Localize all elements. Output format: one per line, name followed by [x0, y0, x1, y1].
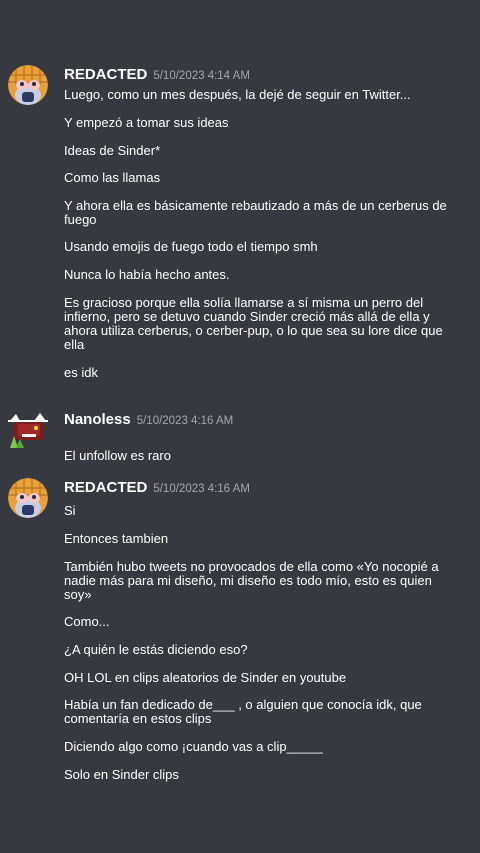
message-line: OH LOL en clips aleatorios de Sinder en …: [64, 670, 347, 685]
timestamp: 5/10/2023 4:16 AM: [136, 415, 234, 427]
pixel-dragon-avatar-icon: [8, 413, 48, 448]
username[interactable]: Nanoless: [64, 411, 131, 428]
message-line: El unfollow es raro: [64, 448, 171, 463]
waffle-character-avatar-icon: [8, 65, 48, 105]
message-line: Usando emojis de fuego todo el tiempo sm…: [64, 239, 318, 254]
message-line: Diciendo algo como ¡cuando vas a clip___…: [64, 739, 323, 754]
message-line: Había un fan dedicado de___ , o alguien …: [64, 697, 422, 726]
username[interactable]: REDACTED: [64, 479, 147, 496]
message-line: Y empezó a tomar sus ideas: [64, 115, 229, 130]
message-line: Solo en Sinder clips: [64, 767, 179, 782]
message-header: Nanoless 5/10/2023 4:16 AM: [64, 411, 233, 429]
waffle-character-avatar-icon: [8, 478, 48, 518]
avatar[interactable]: [8, 65, 48, 105]
message-line: Entonces tambien: [64, 531, 169, 546]
username[interactable]: REDACTED: [64, 66, 147, 83]
message-line: es idk: [64, 365, 98, 380]
message-line: Ideas de Sinder*: [64, 143, 161, 158]
message-line: También hubo tweets no provocados de ell…: [64, 559, 439, 602]
timestamp: 5/10/2023 4:14 AM: [153, 70, 250, 82]
avatar[interactable]: [8, 408, 48, 448]
avatar[interactable]: [8, 478, 48, 518]
message-header: REDACTED 5/10/2023 4:14 AM: [64, 66, 250, 84]
message-line: Luego, como un mes después, la dejé de s…: [64, 87, 411, 102]
message-header: REDACTED 5/10/2023 4:16 AM: [64, 479, 250, 497]
message-line: Como las llamas: [64, 170, 161, 185]
message-line: ¿A quién le estás diciendo eso?: [64, 642, 248, 657]
message-line: Y ahora ella es básicamente rebautizado …: [64, 198, 447, 227]
timestamp: 5/10/2023 4:16 AM: [153, 483, 250, 495]
message-line: Nunca lo había hecho antes.: [64, 267, 230, 282]
message-line: Si: [64, 503, 76, 518]
message-line: Como...: [64, 614, 110, 629]
message-line: Es gracioso porque ella solía llamarse a…: [64, 295, 443, 352]
